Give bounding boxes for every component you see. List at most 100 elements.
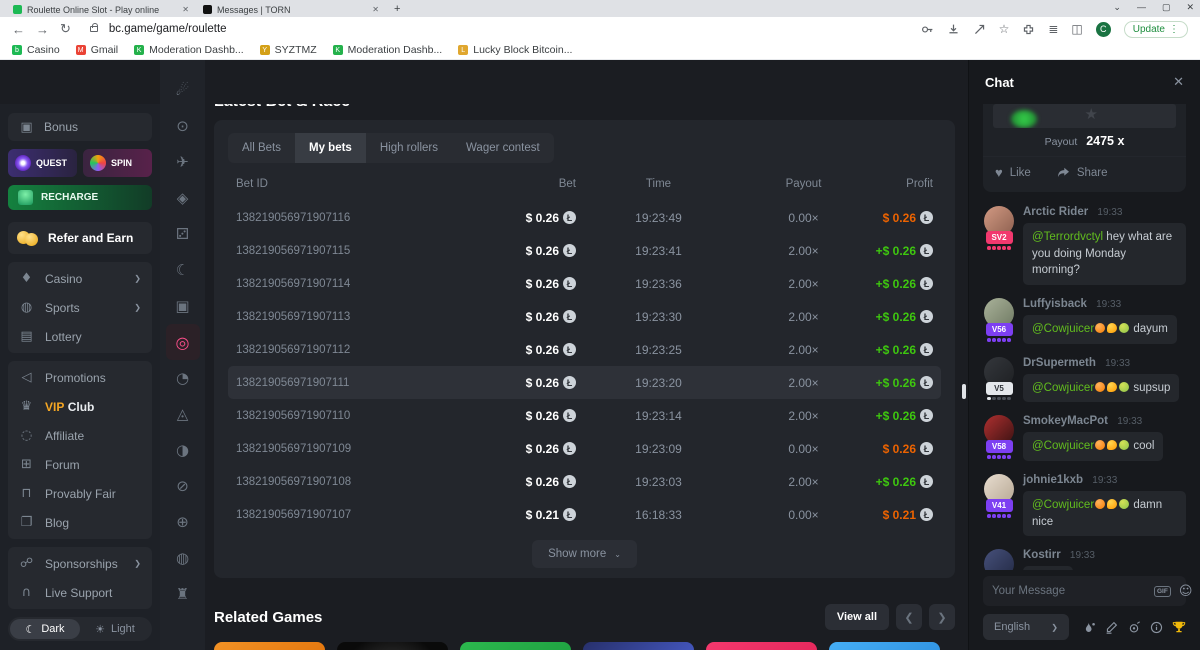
bookmark-item[interactable]: Y SYZTMZ xyxy=(260,44,317,56)
side-panel-icon[interactable]: ◫ xyxy=(1071,22,1082,36)
reading-list-icon[interactable]: ≣ xyxy=(1048,22,1058,36)
game-tile[interactable] xyxy=(337,642,448,650)
bookmark-item[interactable]: M Gmail xyxy=(76,44,118,56)
game-tile[interactable] xyxy=(706,642,817,650)
sidebar-nav-item[interactable]: ❐ Blog xyxy=(8,508,152,537)
game-tile[interactable] xyxy=(583,642,694,650)
emoji-smiley-icon[interactable]: ☺ xyxy=(1179,584,1193,599)
game-rail-icon[interactable]: ▣ xyxy=(166,288,200,324)
bet-row[interactable]: 138219056971907114 $ 0.26Ł 19:23:36 2.00… xyxy=(228,267,941,300)
bet-row[interactable]: 138219056971907115 $ 0.26Ł 19:23:41 2.00… xyxy=(228,234,941,267)
game-tile[interactable] xyxy=(214,642,325,650)
spin-button[interactable]: SPIN xyxy=(83,149,152,177)
new-tab-button[interactable]: + xyxy=(394,3,400,17)
sidebar-nav-item[interactable]: ♦ Casino ❯ xyxy=(8,264,152,293)
window-control-icon[interactable]: ▢ xyxy=(1162,2,1171,13)
quest-button[interactable]: QUEST xyxy=(8,149,77,177)
share-icon[interactable] xyxy=(973,23,986,36)
game-rail-icon[interactable]: ◑ xyxy=(166,432,200,468)
tab-close-icon[interactable]: ✕ xyxy=(182,5,189,14)
game-tile[interactable] xyxy=(829,642,940,650)
game-rail-icon[interactable]: ⊕ xyxy=(166,504,200,540)
mention[interactable]: @Cowjuicer xyxy=(1032,382,1094,394)
forward-icon[interactable]: → xyxy=(36,22,49,37)
bookmark-item[interactable]: K Moderation Dashb... xyxy=(134,44,244,56)
sidebar-nav-item[interactable]: ⊞ Forum xyxy=(8,450,152,479)
chat-close-icon[interactable]: ✕ xyxy=(1173,74,1184,90)
update-button[interactable]: Update⋮ xyxy=(1124,21,1188,38)
dark-mode-segment[interactable]: ☾ Dark xyxy=(10,619,80,639)
password-key-icon[interactable] xyxy=(921,23,934,36)
mention[interactable]: @Cowjuicer xyxy=(1032,323,1094,335)
chat-username[interactable]: SmokeyMacPot xyxy=(1023,415,1108,427)
bet-row[interactable]: 138219056971907116 $ 0.26Ł 19:23:49 0.00… xyxy=(228,201,941,234)
sidebar-nav-item[interactable]: ☍ Sponsorships ❯ xyxy=(8,549,152,578)
game-rail-icon[interactable]: ⚂ xyxy=(166,216,200,252)
game-rail-icon[interactable]: ◎ xyxy=(166,324,200,360)
bet-row[interactable]: 138219056971907113 $ 0.26Ł 19:23:30 2.00… xyxy=(228,300,941,333)
bonus-button[interactable]: ▣ Bonus xyxy=(8,113,152,141)
theme-toggle[interactable]: ☾ Dark ☀ Light xyxy=(8,617,152,641)
chat-language-button[interactable]: English ❯ xyxy=(983,614,1069,640)
bet-row[interactable]: 138219056971907110 $ 0.26Ł 19:23:14 2.00… xyxy=(228,399,941,432)
chat-username[interactable]: DrSupermeth xyxy=(1023,357,1096,369)
main-scrollbar-thumb[interactable] xyxy=(962,384,966,399)
game-rail-icon[interactable]: ♜ xyxy=(166,576,200,612)
tab-close-icon[interactable]: ✕ xyxy=(372,5,379,14)
message-input[interactable] xyxy=(992,585,1146,597)
bookmark-item[interactable]: b Casino xyxy=(12,44,60,56)
game-tile[interactable] xyxy=(460,642,571,650)
game-rail-icon[interactable]: ⊙ xyxy=(166,108,200,144)
sidebar-nav-item[interactable]: ◌ Affiliate xyxy=(8,421,152,450)
bets-tab[interactable]: My bets xyxy=(295,133,366,163)
browser-tab[interactable]: Roulette Online Slot - Play online ✕ xyxy=(6,2,196,17)
game-rail-icon[interactable]: ✈ xyxy=(166,144,200,180)
sidebar-nav-item[interactable]: ♛ VIP Club xyxy=(8,392,152,421)
browser-profile-avatar[interactable]: C xyxy=(1096,22,1111,37)
rain-drop-icon[interactable] xyxy=(1083,621,1096,634)
bookmark-item[interactable]: K Moderation Dashb... xyxy=(333,44,443,56)
bet-row[interactable]: 138219056971907109 $ 0.26Ł 19:23:09 0.00… xyxy=(228,432,941,465)
window-control-icon[interactable]: ✕ xyxy=(1186,2,1194,13)
view-all-button[interactable]: View all xyxy=(825,604,889,630)
bet-row[interactable]: 138219056971907108 $ 0.26Ł 19:23:03 2.00… xyxy=(228,465,941,498)
window-control-icon[interactable]: — xyxy=(1137,2,1146,13)
bookmark-star-icon[interactable]: ☆ xyxy=(999,22,1010,36)
chat-username[interactable]: Kostirr xyxy=(1023,549,1061,561)
bet-row[interactable]: 138219056971907111 $ 0.26Ł 19:23:20 2.00… xyxy=(228,366,941,399)
like-button[interactable]: ♥ Like xyxy=(995,165,1031,180)
install-icon[interactable] xyxy=(947,23,960,36)
light-mode-segment[interactable]: ☀ Light xyxy=(80,619,150,639)
mention[interactable]: @Cowjuicer xyxy=(1032,440,1094,452)
sidebar-nav-item[interactable]: ◍ Sports ❯ xyxy=(8,293,152,322)
game-rail-icon[interactable]: ◔ xyxy=(166,360,200,396)
bets-tab[interactable]: High rollers xyxy=(366,133,452,163)
bet-row[interactable]: 138219056971907107 $ 0.21Ł 16:18:33 0.00… xyxy=(228,498,941,531)
sidebar-nav-item[interactable]: ∩ Live Support xyxy=(8,578,152,607)
sidebar-nav-item[interactable]: ▤ Lottery xyxy=(8,322,152,351)
mention[interactable]: @Terrordvctyl xyxy=(1032,231,1103,243)
chat-username[interactable]: johnie1kxb xyxy=(1023,474,1083,486)
game-rail-icon[interactable]: ◬ xyxy=(166,396,200,432)
chat-username[interactable]: Arctic Rider xyxy=(1023,206,1088,218)
bet-row[interactable]: 138219056971907112 $ 0.26Ł 19:23:25 2.00… xyxy=(228,333,941,366)
share-button[interactable]: Share xyxy=(1057,165,1108,180)
game-rail-icon[interactable]: ⊘ xyxy=(166,468,200,504)
browser-tab[interactable]: Messages | TORN ✕ xyxy=(196,2,386,17)
rewards-trophy-icon[interactable] xyxy=(1172,620,1186,634)
pinned-win-card[interactable]: ★ Payout 2475 x ♥ Like Share xyxy=(983,104,1186,192)
info-icon[interactable] xyxy=(1150,621,1163,634)
sidebar-nav-item[interactable]: ◁ Promotions xyxy=(8,363,152,392)
carousel-next-button[interactable]: ❯ xyxy=(929,604,955,630)
chat-username[interactable]: Luffyisback xyxy=(1023,298,1087,310)
game-rail-icon[interactable]: ☄ xyxy=(166,72,200,108)
gif-icon[interactable]: GIF xyxy=(1154,586,1171,597)
sidebar-nav-item[interactable]: ⊓ Provably Fair xyxy=(8,479,152,508)
bets-tab[interactable]: All Bets xyxy=(228,133,295,163)
window-control-icon[interactable]: ⌄ xyxy=(1113,2,1121,13)
bets-tab[interactable]: Wager contest xyxy=(452,133,554,163)
secure-lock-icon[interactable] xyxy=(90,26,98,32)
recharge-button[interactable]: RECHARGE xyxy=(8,185,152,210)
chat-rules-pencil-icon[interactable] xyxy=(1105,621,1118,634)
avatar[interactable] xyxy=(984,549,1014,570)
